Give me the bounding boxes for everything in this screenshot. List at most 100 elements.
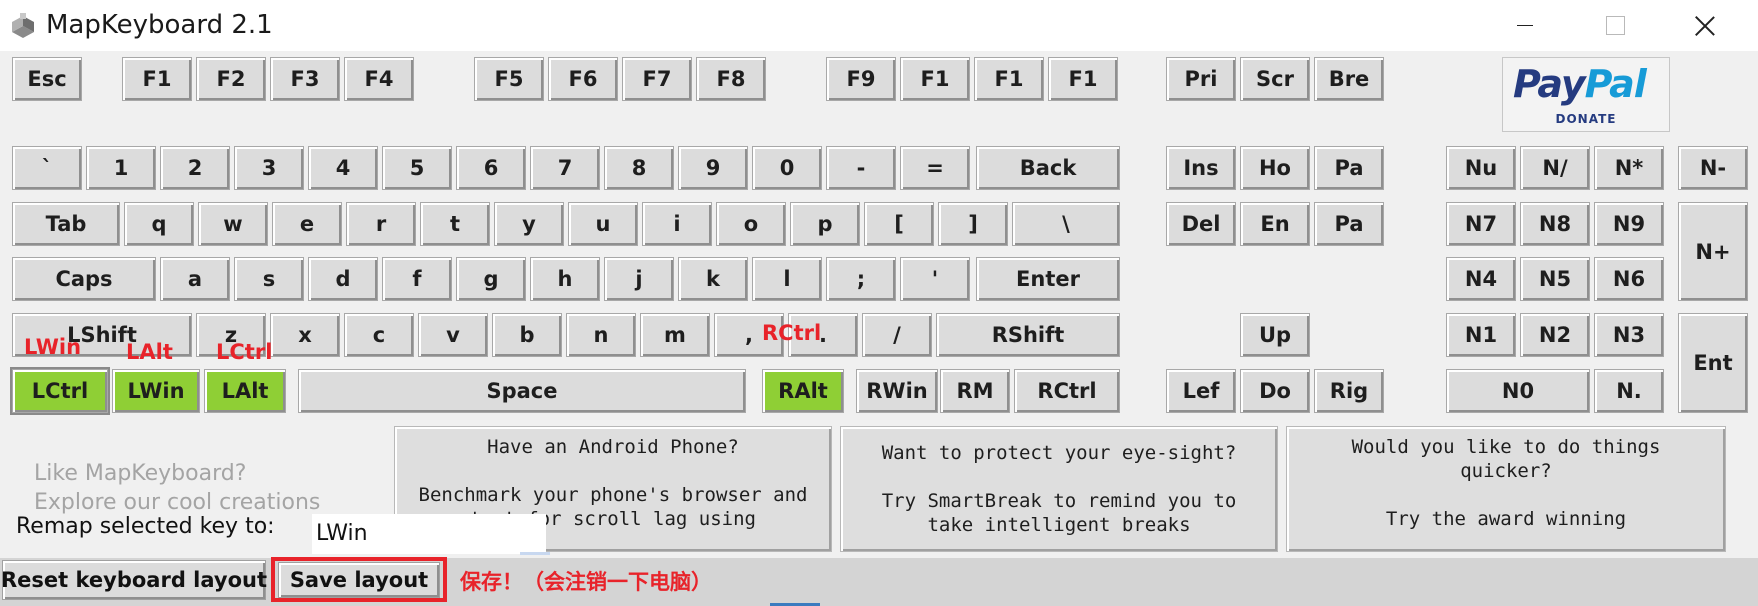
key-h[interactable]: h: [530, 257, 600, 301]
key-f[interactable]: f: [382, 257, 452, 301]
key-lwin[interactable]: LWin: [112, 369, 200, 413]
key-i[interactable]: i: [642, 202, 712, 246]
key-lbracket[interactable]: [: [864, 202, 934, 246]
key-q[interactable]: q: [124, 202, 194, 246]
key-0[interactable]: 0: [752, 146, 822, 190]
key-n9[interactable]: N9: [1594, 202, 1664, 246]
key-b[interactable]: b: [492, 313, 562, 357]
key-f5[interactable]: F5: [474, 57, 544, 101]
key-n7[interactable]: N7: [1446, 202, 1516, 246]
key-lctrl[interactable]: LCtrl: [10, 367, 110, 415]
key-n2[interactable]: N2: [1520, 313, 1590, 357]
key-v[interactable]: v: [418, 313, 488, 357]
maximize-button[interactable]: [1570, 0, 1660, 51]
key-5[interactable]: 5: [382, 146, 452, 190]
key-4[interactable]: 4: [308, 146, 378, 190]
key-f11[interactable]: F1: [974, 57, 1044, 101]
key-ndot[interactable]: N.: [1594, 369, 1664, 413]
key-right[interactable]: Rig: [1314, 369, 1384, 413]
key-o[interactable]: o: [716, 202, 786, 246]
key-y[interactable]: y: [494, 202, 564, 246]
key-break[interactable]: Bre: [1314, 57, 1384, 101]
key-ndiv[interactable]: N/: [1520, 146, 1590, 190]
remap-key-select[interactable]: LWin: [312, 514, 546, 554]
key-space[interactable]: Space: [298, 369, 746, 413]
key-7[interactable]: 7: [530, 146, 600, 190]
key-d[interactable]: d: [308, 257, 378, 301]
key-rctrl[interactable]: RCtrl: [1014, 369, 1120, 413]
key-j[interactable]: j: [604, 257, 674, 301]
key-tab[interactable]: Tab: [12, 202, 120, 246]
key-home[interactable]: Ho: [1240, 146, 1310, 190]
key-f6[interactable]: F6: [548, 57, 618, 101]
key-down[interactable]: Do: [1240, 369, 1310, 413]
key-1[interactable]: 1: [86, 146, 156, 190]
key-ralt[interactable]: RAlt: [762, 369, 844, 413]
key-x[interactable]: x: [270, 313, 340, 357]
key-8[interactable]: 8: [604, 146, 674, 190]
key-u[interactable]: u: [568, 202, 638, 246]
key-f1[interactable]: F1: [122, 57, 192, 101]
promo-award[interactable]: Would you like to do things quicker? Try…: [1286, 426, 1726, 552]
key-w[interactable]: w: [198, 202, 268, 246]
key-n8[interactable]: N8: [1520, 202, 1590, 246]
key-g[interactable]: g: [456, 257, 526, 301]
key-n[interactable]: n: [566, 313, 636, 357]
key-e[interactable]: e: [272, 202, 342, 246]
key-pgup[interactable]: Pa: [1314, 146, 1384, 190]
key-rshift[interactable]: RShift: [936, 313, 1120, 357]
key-quote[interactable]: ': [900, 257, 970, 301]
key-n3[interactable]: N3: [1594, 313, 1664, 357]
key-t[interactable]: t: [420, 202, 490, 246]
key-semicolon[interactable]: ;: [826, 257, 896, 301]
key-end[interactable]: En: [1240, 202, 1310, 246]
key-backslash[interactable]: \: [1012, 202, 1120, 246]
key-f10[interactable]: F1: [900, 57, 970, 101]
key-2[interactable]: 2: [160, 146, 230, 190]
key-nenter[interactable]: Ent: [1678, 313, 1748, 413]
key-nmul[interactable]: N*: [1594, 146, 1664, 190]
close-button[interactable]: [1660, 0, 1750, 51]
key-rwin[interactable]: RWin: [856, 369, 938, 413]
key-f8[interactable]: F8: [696, 57, 766, 101]
key-p[interactable]: p: [790, 202, 860, 246]
key-prtsc[interactable]: Pri: [1166, 57, 1236, 101]
promo-smartbreak[interactable]: Want to protect your eye-sight? Try Smar…: [840, 426, 1278, 552]
reset-layout-button[interactable]: Reset keyboard layout: [1, 560, 267, 600]
key-f9[interactable]: F9: [826, 57, 896, 101]
key-l[interactable]: l: [752, 257, 822, 301]
key-9[interactable]: 9: [678, 146, 748, 190]
key-n1[interactable]: N1: [1446, 313, 1516, 357]
key-rbracket[interactable]: ]: [938, 202, 1008, 246]
key-3[interactable]: 3: [234, 146, 304, 190]
key-enter[interactable]: Enter: [976, 257, 1120, 301]
key-ins[interactable]: Ins: [1166, 146, 1236, 190]
key-r[interactable]: r: [346, 202, 416, 246]
key-a[interactable]: a: [160, 257, 230, 301]
paypal-donate-button[interactable]: PayPal DONATE: [1502, 57, 1670, 132]
key-n4[interactable]: N4: [1446, 257, 1516, 301]
key-m[interactable]: m: [640, 313, 710, 357]
minimize-button[interactable]: [1480, 0, 1570, 51]
key-left[interactable]: Lef: [1166, 369, 1236, 413]
key-n5[interactable]: N5: [1520, 257, 1590, 301]
key-del[interactable]: Del: [1166, 202, 1236, 246]
explore-creations-link[interactable]: Explore our cool creations: [34, 490, 320, 515]
key-lalt[interactable]: LAlt: [204, 369, 286, 413]
key-equals[interactable]: =: [900, 146, 970, 190]
key-slash[interactable]: /: [862, 313, 932, 357]
save-layout-button[interactable]: Save layout: [278, 562, 440, 598]
key-f12[interactable]: F1: [1048, 57, 1118, 101]
key-s[interactable]: s: [234, 257, 304, 301]
key-rmenu[interactable]: RM: [940, 369, 1010, 413]
key-c[interactable]: c: [344, 313, 414, 357]
key-caps[interactable]: Caps: [12, 257, 156, 301]
key-backspace[interactable]: Back: [976, 146, 1120, 190]
key-backtick[interactable]: `: [12, 146, 82, 190]
key-numlock[interactable]: Nu: [1446, 146, 1516, 190]
key-k[interactable]: k: [678, 257, 748, 301]
key-f4[interactable]: F4: [344, 57, 414, 101]
key-nminus[interactable]: N-: [1678, 146, 1748, 190]
key-pgdn[interactable]: Pa: [1314, 202, 1384, 246]
key-nplus[interactable]: N+: [1678, 202, 1748, 301]
